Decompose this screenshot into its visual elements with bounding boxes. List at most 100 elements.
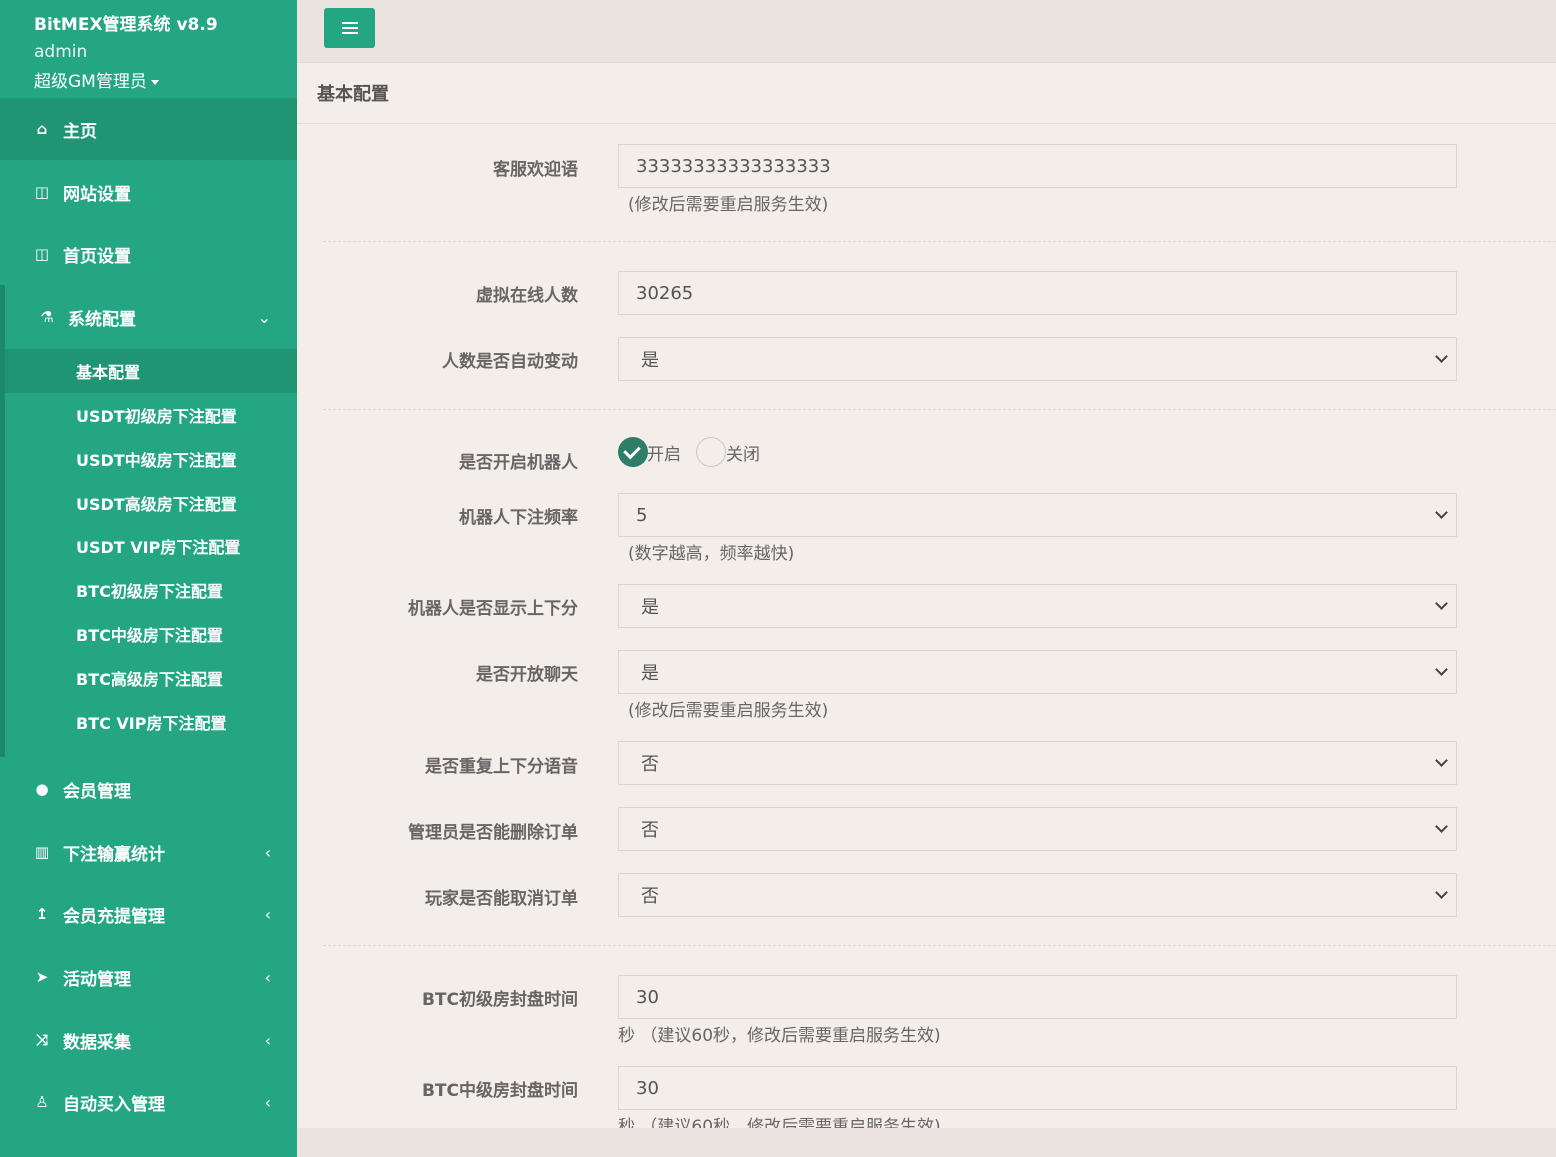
arrow-up-icon: ↥: [35, 905, 49, 923]
admin-delete-value: 否: [641, 820, 659, 841]
repeat-voice-select[interactable]: 否: [618, 741, 1457, 785]
male-icon: ♙: [35, 1093, 49, 1111]
random-icon: ⤨: [35, 1031, 48, 1049]
nav-label: 会员管理: [63, 781, 131, 802]
player-cancel-value: 否: [641, 886, 659, 907]
main-panel: 基本配置 客服欢迎语 33333333333333333 (修改后需要重启服务生…: [297, 63, 1556, 1128]
welcome-input[interactable]: 33333333333333333: [618, 144, 1457, 188]
divider: [323, 241, 1556, 242]
system-config-submenu: 基本配置 USDT初级房下注配置 USDT中级房下注配置 USDT高级房下注配置…: [0, 285, 297, 757]
chevron-down-icon: [1435, 597, 1448, 610]
sidebar: BitMEX管理系统 v8.9 admin 超级GM管理员 ⌂ 主页 ◫ 网站设置 …: [0, 0, 297, 1157]
online-label: 虚拟在线人数: [476, 286, 578, 306]
nav-homepage-settings[interactable]: ◫ 首页设置: [0, 223, 297, 285]
sub-item-usdt-senior[interactable]: USDT高级房下注配置: [5, 481, 297, 525]
admin-delete-select[interactable]: 否: [618, 807, 1457, 851]
topbar: [297, 0, 1556, 63]
btc-mid-close-value: 30: [636, 1077, 659, 1099]
sub-item-btc-junior[interactable]: BTC初级房下注配置: [5, 568, 297, 612]
repeat-voice-value: 否: [641, 754, 659, 775]
nav-deposit-withdraw[interactable]: ↥ 会员充提管理 ‹: [0, 883, 297, 945]
sub-item-btc-vip[interactable]: BTC VIP房下注配置: [5, 700, 297, 744]
nav-label: 主页: [63, 121, 97, 142]
role-label: 超级GM管理员: [34, 72, 147, 92]
online-count-input[interactable]: 30265: [618, 271, 1457, 315]
player-cancel-label: 玩家是否能取消订单: [425, 889, 578, 909]
nav-label: 数据采集: [63, 1032, 131, 1053]
chevron-down-icon: [1435, 663, 1448, 676]
sub-label: BTC高级房下注配置: [76, 670, 223, 689]
nav-bet-stats[interactable]: ▥ 下注输赢统计 ‹: [0, 821, 297, 883]
chevron-left-icon: ‹: [264, 967, 271, 987]
paper-plane-icon: ➤: [35, 968, 49, 986]
nav-activities[interactable]: ➤ 活动管理 ‹: [0, 946, 297, 1008]
sub-label: USDT VIP房下注配置: [76, 538, 241, 557]
robot-freq-value: 5: [636, 504, 648, 526]
menu-toggle-button[interactable]: [324, 8, 375, 48]
repeat-voice-label: 是否重复上下分语音: [425, 757, 578, 777]
sub-label: USDT高级房下注配置: [76, 495, 237, 514]
robot-show-label: 机器人是否显示上下分: [408, 599, 578, 619]
sub-item-btc-mid[interactable]: BTC中级房下注配置: [5, 612, 297, 656]
nav-auto-buy[interactable]: ♙ 自动买入管理 ‹: [0, 1071, 297, 1133]
sub-label: BTC初级房下注配置: [76, 582, 223, 601]
nav-home[interactable]: ⌂ 主页: [0, 98, 297, 160]
sub-item-btc-senior[interactable]: BTC高级房下注配置: [5, 656, 297, 700]
btc-junior-close-value: 30: [636, 986, 659, 1008]
sub-label: 基本配置: [76, 363, 141, 382]
robot-off-radio[interactable]: [696, 437, 726, 467]
nav-members[interactable]: ● 会员管理: [0, 758, 297, 820]
page-title: 基本配置: [317, 84, 389, 105]
app-title: BitMEX管理系统 v8.9: [34, 15, 218, 35]
chevron-down-icon: [1435, 886, 1448, 899]
chevron-left-icon: ‹: [264, 1092, 271, 1112]
chat-select[interactable]: 是: [618, 650, 1457, 694]
robot-show-select[interactable]: 是: [618, 584, 1457, 628]
sub-label: USDT初级房下注配置: [76, 407, 237, 426]
btc-mid-close-help: 秒 （建议60秒，修改后需要重启服务生效): [618, 1117, 941, 1128]
nav-site-settings[interactable]: ◫ 网站设置: [0, 161, 297, 223]
divider: [323, 409, 1556, 410]
chat-value: 是: [641, 663, 659, 684]
btc-mid-close-input[interactable]: 30: [618, 1066, 1457, 1110]
sub-item-usdt-mid[interactable]: USDT中级房下注配置: [5, 437, 297, 481]
chevron-left-icon: ‹: [264, 1030, 271, 1050]
btc-junior-close-label: BTC初级房封盘时间: [421, 990, 578, 1010]
caret-down-icon: [150, 79, 159, 85]
robot-freq-help: (数字越高，频率越快): [628, 544, 795, 564]
sub-item-usdt-vip[interactable]: USDT VIP房下注配置: [5, 524, 297, 568]
admin-delete-label: 管理员是否能删除订单: [408, 823, 578, 843]
auto-change-select[interactable]: 是: [618, 337, 1457, 381]
online-value: 30265: [636, 282, 694, 304]
sub-label: BTC中级房下注配置: [76, 626, 223, 645]
robot-label: 是否开启机器人: [459, 453, 578, 473]
robot-on-label: 开启: [647, 445, 681, 465]
auto-change-value: 是: [641, 350, 659, 371]
auto-change-label: 人数是否自动变动: [442, 352, 578, 372]
divider: [297, 123, 1556, 124]
columns-icon: ◫: [34, 245, 50, 263]
nav-label: 会员充提管理: [63, 906, 165, 927]
robot-on-radio[interactable]: [618, 437, 648, 467]
hamburger-icon: [341, 27, 358, 29]
robot-show-value: 是: [641, 597, 659, 618]
sub-item-usdt-junior[interactable]: USDT初级房下注配置: [5, 393, 297, 437]
robot-freq-label: 机器人下注频率: [459, 508, 578, 528]
nav-data-collection[interactable]: ⤨ 数据采集 ‹: [0, 1009, 297, 1071]
horizontal-scrollbar[interactable]: [297, 1128, 1556, 1157]
nav-label: 下注输赢统计: [63, 844, 165, 865]
nav-label: 自动买入管理: [63, 1094, 165, 1115]
columns-icon: ◫: [34, 183, 50, 201]
robot-freq-select[interactable]: 5: [618, 493, 1457, 537]
player-cancel-select[interactable]: 否: [618, 873, 1457, 917]
sub-label: BTC VIP房下注配置: [76, 714, 227, 733]
role-dropdown[interactable]: 超级GM管理员: [34, 67, 159, 92]
sub-item-basic-config[interactable]: 基本配置: [5, 349, 297, 393]
nav-label: 网站设置: [63, 184, 131, 205]
chevron-down-icon: [1435, 506, 1448, 519]
welcome-value: 33333333333333333: [636, 155, 831, 177]
welcome-help: (修改后需要重启服务生效): [628, 195, 829, 215]
btc-junior-close-input[interactable]: 30: [618, 975, 1457, 1019]
home-icon: ⌂: [36, 120, 48, 138]
user-icon: ●: [35, 780, 49, 798]
